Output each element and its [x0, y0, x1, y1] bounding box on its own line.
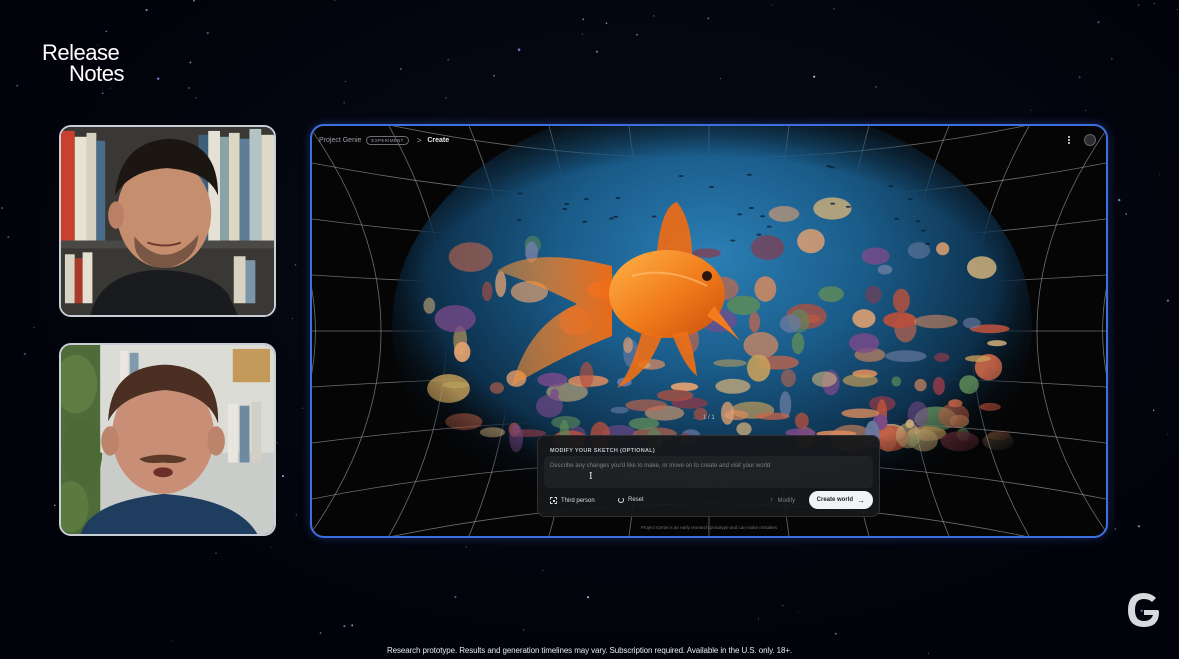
- footer-caption: Research prototype. Results and generati…: [386, 646, 793, 655]
- avatar-icon[interactable]: [1084, 134, 1096, 146]
- modify-label: Modify: [777, 497, 796, 504]
- participant-2-image: [61, 345, 274, 534]
- participant-video-1: [59, 125, 276, 317]
- breadcrumb-product[interactable]: Project Genie: [319, 137, 361, 144]
- next-arrow-icon[interactable]: →: [720, 415, 726, 421]
- pager-label: 1 / 1: [703, 415, 715, 421]
- modify-sketch-input[interactable]: Describe any changes you'd like to make,…: [544, 456, 873, 488]
- participant-1-image: [61, 127, 274, 315]
- logo-line-1: Release: [42, 40, 120, 65]
- reset-label: Reset: [628, 497, 644, 503]
- sketch-pager: ← 1 / 1 →: [692, 415, 726, 421]
- prototype-disclaimer: Project Genie is an early research proto…: [640, 525, 778, 530]
- third-person-label: Third person: [561, 497, 595, 504]
- text-cursor-icon: I: [589, 472, 593, 482]
- modify-sketch-label: MODIFY YOUR SKETCH (OPTIONAL): [550, 448, 656, 454]
- google-g-logo: [1128, 593, 1159, 627]
- logo-line-2: Notes: [69, 61, 124, 86]
- breadcrumb-current: Create: [427, 137, 450, 144]
- modify-button[interactable]: ↑ Modify: [770, 497, 795, 504]
- reset-button[interactable]: Reset: [618, 497, 644, 503]
- stage: Release Notes Project Genie EXPERIMENT >…: [0, 0, 1179, 659]
- project-genie-window: Project Genie EXPERIMENT > Create ← 1 / …: [310, 124, 1108, 538]
- modify-sketch-placeholder: Describe any changes you'd like to make,…: [550, 463, 771, 469]
- up-arrow-icon: ↑: [770, 497, 774, 504]
- experiment-badge: EXPERIMENT: [366, 136, 409, 145]
- topbar-actions: [1064, 134, 1096, 146]
- arrow-right-icon: →: [857, 495, 865, 505]
- modify-sketch-panel: MODIFY YOUR SKETCH (OPTIONAL) Describe a…: [537, 435, 880, 517]
- participant-video-2: [59, 343, 276, 536]
- breadcrumb-separator: >: [416, 136, 422, 145]
- reset-icon: [618, 497, 624, 503]
- prev-arrow-icon[interactable]: ←: [692, 415, 698, 421]
- release-notes-logo: Release Notes: [42, 40, 124, 86]
- create-world-button[interactable]: Create world →: [808, 491, 873, 509]
- third-person-toggle[interactable]: Third person: [550, 497, 595, 504]
- create-world-label: Create world: [816, 497, 853, 503]
- camera-frame-icon: [550, 497, 557, 504]
- breadcrumb: Project Genie EXPERIMENT > Create: [319, 136, 449, 145]
- kebab-menu-icon[interactable]: [1064, 134, 1074, 146]
